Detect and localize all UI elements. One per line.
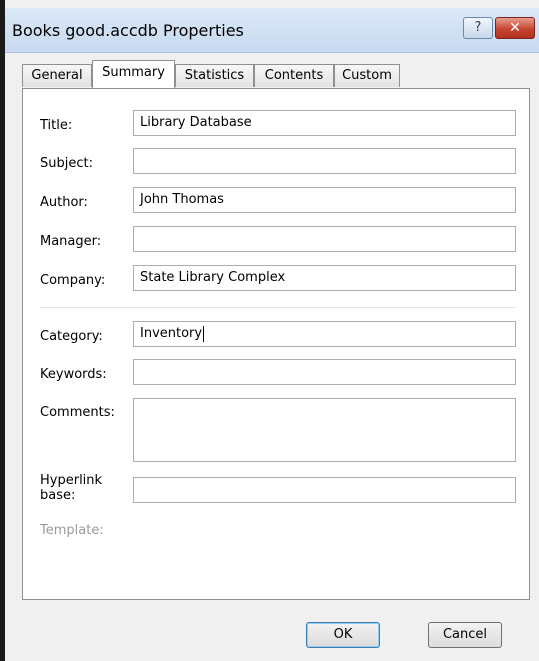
tab-custom[interactable]: Custom xyxy=(334,64,400,87)
keywords-label: Keywords: xyxy=(40,367,107,382)
summary-panel: Title: Library Database Subject: Author:… xyxy=(22,88,530,600)
manager-label: Manager: xyxy=(40,234,102,249)
company-field[interactable]: State Library Complex xyxy=(133,265,516,291)
close-icon: ✕ xyxy=(509,20,521,36)
subject-field[interactable] xyxy=(133,148,516,174)
category-value: Inventory xyxy=(140,326,203,341)
window-title: Books good.accdb Properties xyxy=(12,21,244,40)
tab-general[interactable]: General xyxy=(22,64,92,87)
keywords-field[interactable] xyxy=(133,359,516,385)
comments-field[interactable] xyxy=(133,398,516,462)
close-button[interactable]: ✕ xyxy=(495,17,535,39)
title-label: Title: xyxy=(40,118,73,133)
hyperlink-base-field[interactable] xyxy=(133,477,516,503)
separator xyxy=(40,307,516,308)
author-label: Author: xyxy=(40,195,88,210)
ok-button[interactable]: OK xyxy=(306,622,380,648)
help-button[interactable]: ? xyxy=(463,17,493,39)
category-label: Category: xyxy=(40,329,103,344)
window-frame xyxy=(0,0,5,661)
tab-contents[interactable]: Contents xyxy=(254,64,334,87)
tab-summary[interactable]: Summary xyxy=(92,60,175,88)
tab-statistics[interactable]: Statistics xyxy=(175,64,254,87)
hyperlink-base-label-line2: base: xyxy=(40,488,76,503)
category-field[interactable]: Inventory xyxy=(133,321,516,347)
cancel-button[interactable]: Cancel xyxy=(428,622,502,648)
title-field[interactable]: Library Database xyxy=(133,110,516,136)
text-cursor xyxy=(203,325,205,342)
hyperlink-base-label-line1: Hyperlink xyxy=(40,473,103,488)
help-icon: ? xyxy=(474,20,482,35)
title-bar[interactable]: Books good.accdb Properties ? ✕ xyxy=(5,8,539,53)
comments-label: Comments: xyxy=(40,405,115,420)
author-field[interactable]: John Thomas xyxy=(133,187,516,213)
company-label: Company: xyxy=(40,273,106,288)
subject-label: Subject: xyxy=(40,156,93,171)
template-label: Template: xyxy=(40,523,104,538)
properties-dialog: Books good.accdb Properties ? ✕ General … xyxy=(0,0,539,661)
manager-field[interactable] xyxy=(133,226,516,252)
